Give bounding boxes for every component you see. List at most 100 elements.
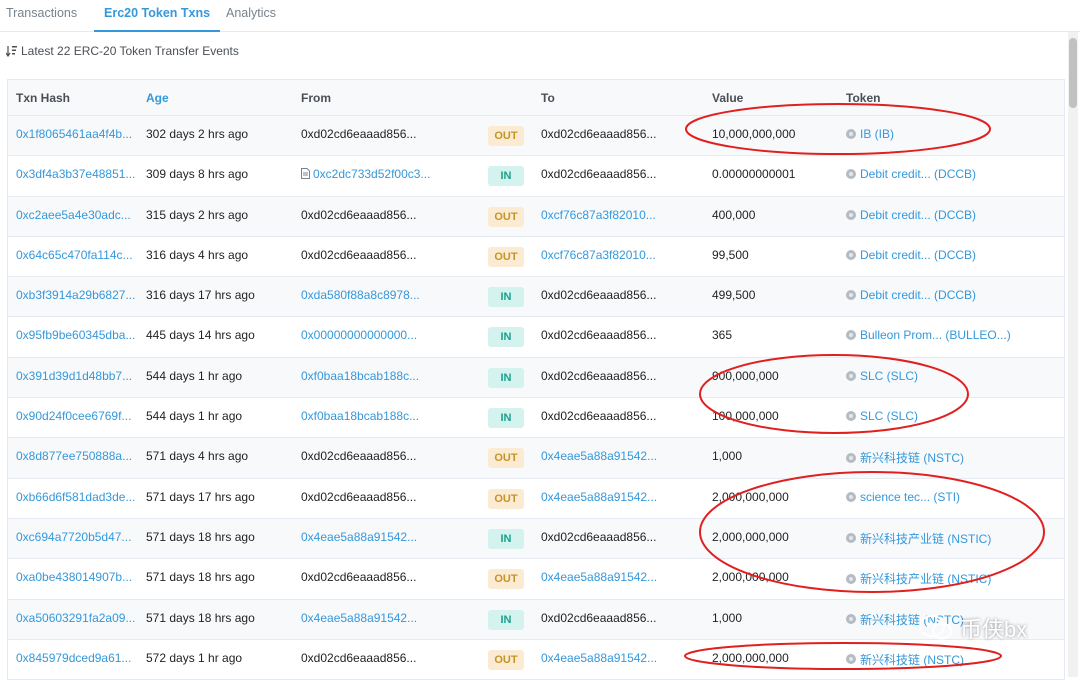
to-address: 0xd02cd6eaaad856... bbox=[541, 368, 657, 383]
from-address[interactable]: 0x00000000000000... bbox=[301, 328, 417, 342]
txn-hash-link[interactable]: 0xb3f3914a29b6827... bbox=[16, 288, 135, 302]
token-value: 365 bbox=[712, 328, 733, 343]
token-link[interactable]: IB (IB) bbox=[846, 127, 894, 141]
token-link[interactable]: science tec... (STI) bbox=[846, 490, 960, 504]
transfer-summary: Latest 22 ERC-20 Token Transfer Events bbox=[6, 44, 239, 58]
direction-badge: IN bbox=[488, 327, 524, 348]
token-link[interactable]: SLC (SLC) bbox=[846, 409, 918, 423]
from-address[interactable]: 0xc2dc733d52f00c3... bbox=[301, 167, 430, 181]
direction-badge: OUT bbox=[488, 126, 524, 146]
from-address[interactable]: 0xda580f88a8c8978... bbox=[301, 288, 420, 302]
table-row: 0x391d39d1d48bb7... 544 days 1 hr ago 0xf0… bbox=[8, 357, 1064, 399]
to-address[interactable]: 0x4eae5a88a91542... bbox=[541, 570, 657, 584]
from-address[interactable]: 0x4eae5a88a91542... bbox=[301, 611, 417, 625]
token-value: 900,000,000 bbox=[712, 368, 779, 383]
txn-hash-link[interactable]: 0x845979dced9a61... bbox=[16, 651, 131, 665]
column-header-value: Value bbox=[712, 91, 744, 105]
tab-transactions[interactable]: Transactions bbox=[6, 0, 77, 32]
token-value: 1,000 bbox=[712, 449, 743, 464]
txn-age: 571 days 17 hrs ago bbox=[146, 489, 255, 504]
txn-hash-link[interactable]: 0x8d877ee750888a... bbox=[16, 449, 132, 463]
direction-badge: OUT bbox=[488, 569, 524, 590]
txn-hash-link[interactable]: 0x90d24f0cee6769f... bbox=[16, 409, 131, 423]
from-address-text: 0xd02cd6eaaad856... bbox=[301, 247, 417, 262]
from-address[interactable]: 0xf0baa18bcab188c... bbox=[301, 409, 419, 423]
tab-erc20-token-txns[interactable]: Erc20 Token Txns bbox=[94, 0, 221, 32]
token-value: 499,500 bbox=[712, 288, 756, 303]
to-address[interactable]: 0xcf76c87a3f82010... bbox=[541, 208, 656, 222]
from-address: 0xd02cd6eaaad856... bbox=[301, 570, 416, 584]
direction-badge: OUT bbox=[488, 448, 524, 469]
in-badge: IN bbox=[488, 166, 524, 187]
from-address: 0xd02cd6eaaad856... bbox=[301, 490, 416, 504]
to-address: 0xd02cd6eaaad856... bbox=[541, 529, 657, 544]
txn-hash-link[interactable]: 0x3df4a3b37e48851... bbox=[16, 167, 135, 181]
to-address[interactable]: 0xcf76c87a3f82010... bbox=[541, 248, 656, 262]
token-link[interactable]: 新兴科技链 (NSTC) bbox=[846, 449, 964, 466]
token-icon bbox=[846, 654, 856, 665]
watermark-text: 币侠bx bbox=[960, 617, 1028, 642]
txn-age: 571 days 18 hrs ago bbox=[146, 610, 255, 625]
column-header-txn-hash: Txn Hash bbox=[16, 91, 71, 105]
txn-hash-link[interactable]: 0xa0be438014907b... bbox=[16, 570, 132, 584]
to-address[interactable]: 0x4eae5a88a91542... bbox=[541, 651, 657, 665]
to-address: 0xd02cd6eaaad856... bbox=[541, 127, 657, 141]
token-icon bbox=[846, 249, 856, 260]
txn-age: 571 days 4 hrs ago bbox=[146, 449, 249, 464]
token-link[interactable]: Debit credit... (DCCB) bbox=[846, 248, 976, 262]
token-name: SLC (SLC) bbox=[860, 409, 919, 424]
token-value: 10,000,000,000 bbox=[712, 127, 796, 141]
txn-hash-link[interactable]: 0xa50603291fa2a09... bbox=[16, 611, 135, 625]
token-link[interactable]: 新兴科技产业链 (NSTIC) bbox=[846, 530, 991, 547]
summary-text: Latest 22 ERC-20 Token Transfer Events bbox=[21, 44, 239, 58]
txn-age: 316 days 17 hrs ago bbox=[146, 288, 255, 303]
from-address-text: 0xc2dc733d52f00c3... bbox=[313, 167, 431, 182]
from-address-text: 0xd02cd6eaaad856... bbox=[301, 489, 417, 504]
token-value: 0.00000000001 bbox=[712, 167, 796, 182]
tab-analytics[interactable]: Analytics bbox=[226, 0, 276, 32]
in-badge: IN bbox=[488, 367, 524, 388]
txn-hash-link[interactable]: 0xc2aee5a4e30adc... bbox=[16, 208, 131, 222]
txn-hash-link[interactable]: 0x1f8065461aa4f4b... bbox=[16, 127, 132, 141]
token-link[interactable]: Debit credit... (DCCB) bbox=[846, 208, 976, 222]
direction-badge: OUT bbox=[488, 488, 524, 509]
token-name: 新兴科技产业链 (NSTIC) bbox=[860, 572, 992, 587]
column-header-token: Token bbox=[846, 91, 881, 105]
token-link[interactable]: 新兴科技链 (NSTC) bbox=[846, 651, 964, 668]
token-name: SLC (SLC) bbox=[860, 368, 919, 383]
txn-hash-link[interactable]: 0x391d39d1d48bb7... bbox=[16, 369, 132, 383]
token-link[interactable]: 新兴科技产业链 (NSTIC) bbox=[846, 570, 991, 587]
from-address: 0xd02cd6eaaad856... bbox=[301, 248, 416, 262]
to-address: 0xd02cd6eaaad856... bbox=[541, 328, 657, 343]
from-address[interactable]: 0xf0baa18bcab188c... bbox=[301, 369, 419, 383]
to-address[interactable]: 0x4eae5a88a91542... bbox=[541, 449, 657, 463]
token-name: Debit credit... (DCCB) bbox=[860, 247, 977, 262]
in-badge: IN bbox=[488, 327, 524, 348]
vertical-scrollbar[interactable] bbox=[1068, 32, 1078, 677]
token-link[interactable]: Debit credit... (DCCB) bbox=[846, 288, 976, 302]
to-address[interactable]: 0x4eae5a88a91542... bbox=[541, 490, 657, 504]
txn-hash-link[interactable]: 0xc694a7720b5d47... bbox=[16, 530, 131, 544]
txn-age: 302 days 2 hrs ago bbox=[146, 127, 249, 141]
direction-badge: OUT bbox=[488, 649, 524, 670]
scrollbar-thumb[interactable] bbox=[1069, 38, 1077, 108]
from-address-text: 0xd02cd6eaaad856... bbox=[301, 127, 417, 141]
token-name: 新兴科技产业链 (NSTIC) bbox=[860, 531, 992, 546]
direction-badge: IN bbox=[488, 408, 524, 429]
table-body: 0x1f8065461aa4f4b... 302 days 2 hrs ago 0x… bbox=[8, 116, 1064, 680]
column-header-age[interactable]: Age bbox=[146, 91, 169, 105]
from-address: 0xd02cd6eaaad856... bbox=[301, 449, 416, 463]
txn-hash-link[interactable]: 0x95fb9be60345dba... bbox=[16, 328, 135, 342]
from-address[interactable]: 0x4eae5a88a91542... bbox=[301, 530, 417, 544]
token-link[interactable]: SLC (SLC) bbox=[846, 369, 918, 383]
token-link[interactable]: Bulleon Prom... (BULLEO...) bbox=[846, 328, 1011, 342]
txn-age: 315 days 2 hrs ago bbox=[146, 207, 249, 222]
token-value: 99,500 bbox=[712, 247, 749, 262]
token-link[interactable]: Debit credit... (DCCB) bbox=[846, 167, 976, 181]
direction-badge: IN bbox=[488, 528, 524, 549]
txn-hash-link[interactable]: 0xb66d6f581dad3de... bbox=[16, 490, 135, 504]
txn-hash-link[interactable]: 0x64c65c470fa114c... bbox=[16, 248, 133, 262]
in-badge: IN bbox=[488, 528, 524, 549]
table-row: 0x95fb9be60345dba... 445 days 14 hrs ago 0… bbox=[8, 317, 1064, 358]
table-row: 0x3df4a3b37e48851... 309 days 8 hrs ago 0x… bbox=[8, 156, 1064, 197]
